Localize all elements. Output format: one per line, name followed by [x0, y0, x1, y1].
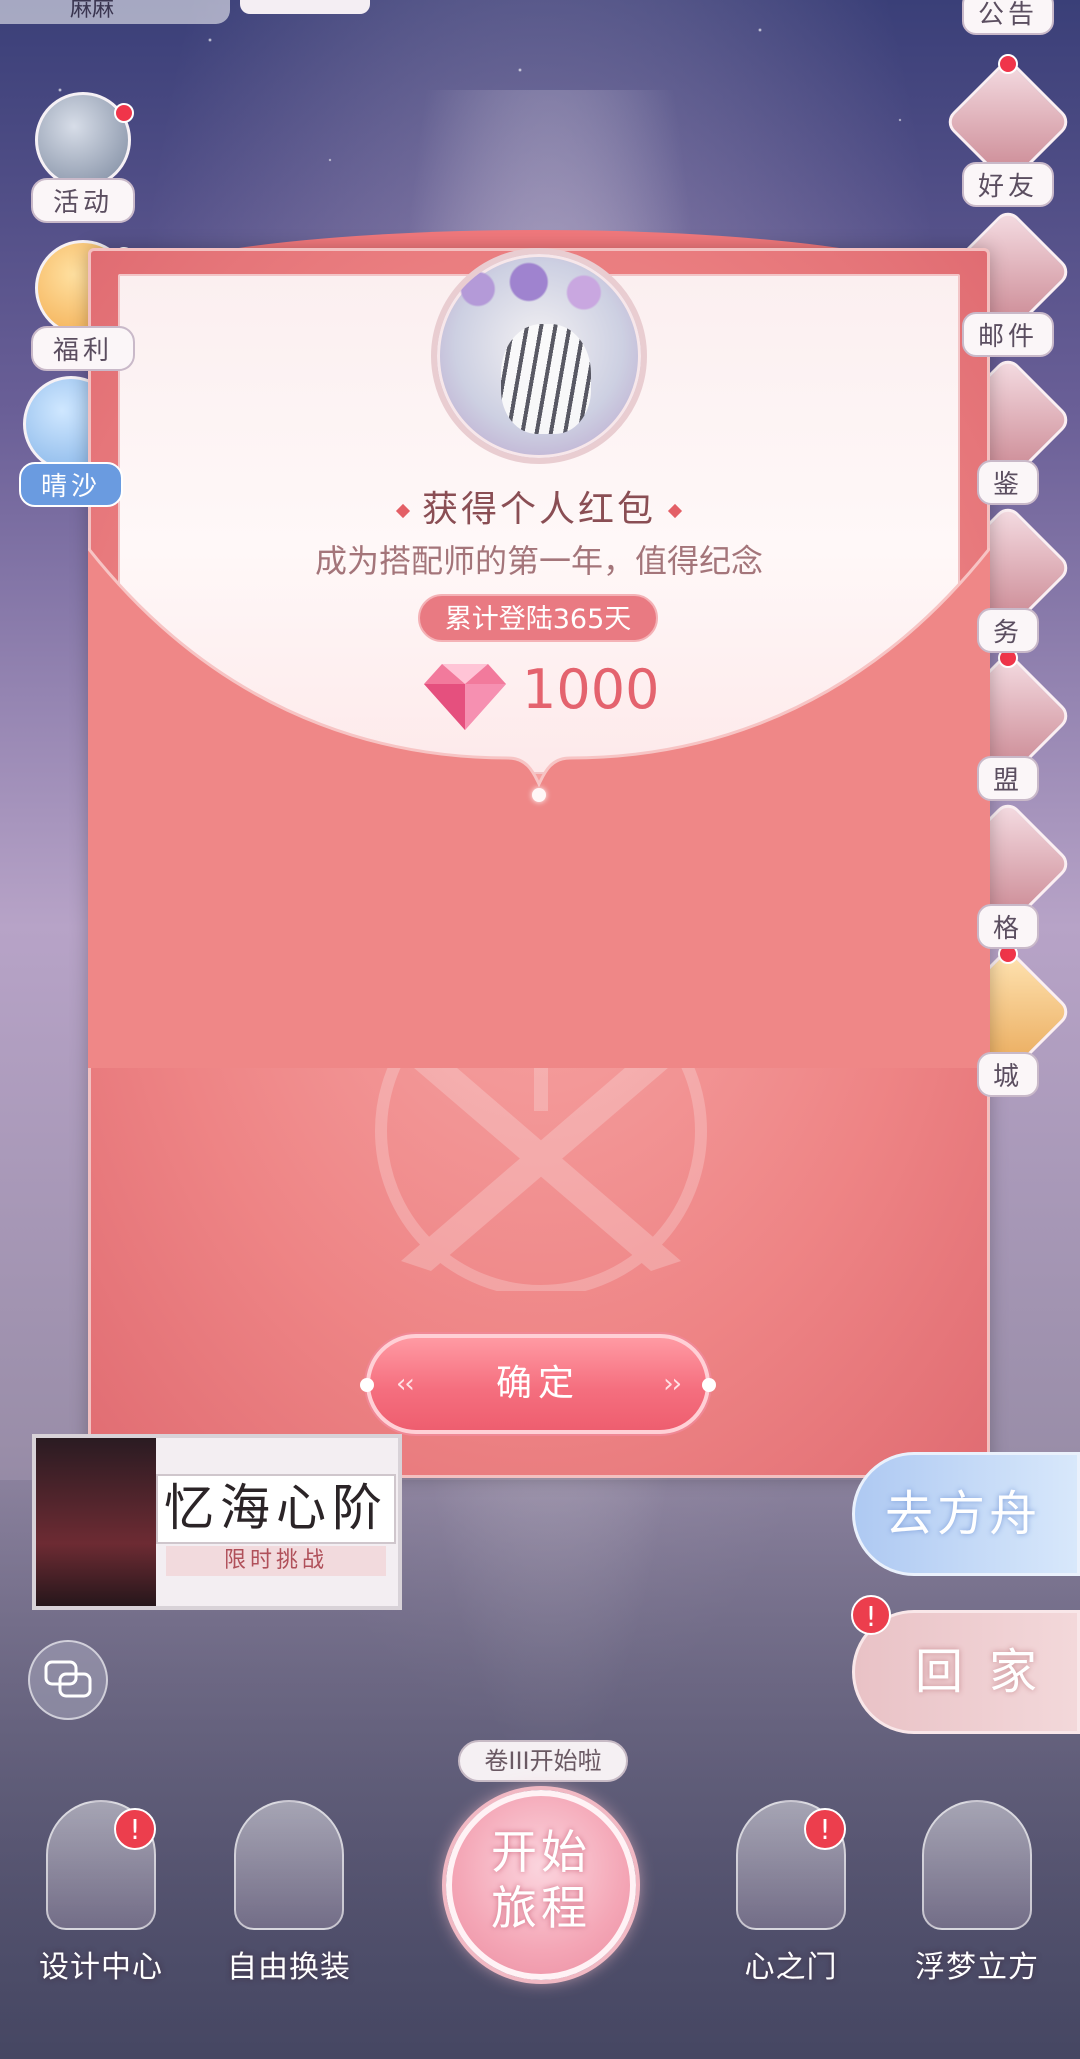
nav-label: 自由换装: [227, 1950, 351, 1985]
modal-subtitle: 成为搭配师的第一年，值得纪念: [314, 542, 763, 580]
notification-dot: [114, 103, 134, 123]
ark-button[interactable]: 去方舟: [852, 1452, 1080, 1576]
arrows-left-icon: ‹‹: [396, 1369, 415, 1399]
player-name: 麻麻: [0, 0, 230, 24]
banner-character: [36, 1438, 156, 1606]
start-journey-button[interactable]: 开始 旅程: [446, 1790, 636, 1980]
login-days-badge: 累计登陆365天: [418, 594, 658, 642]
banner-title: 忆海心阶: [156, 1474, 396, 1544]
sidebar-label: 活动: [30, 178, 135, 223]
confirm-label: 确定: [495, 1363, 580, 1404]
alert-icon: !: [804, 1808, 846, 1850]
sidebar-label: 盟: [976, 756, 1039, 801]
banner-subtitle: 限时挑战: [166, 1546, 386, 1576]
ornament-diamond-icon: [667, 503, 683, 519]
diamond-gem-icon: [424, 664, 506, 730]
nav-design-center[interactable]: ! 设计中心: [26, 1800, 176, 1986]
arrows-right-icon: ››: [663, 1369, 682, 1399]
alert-icon: !: [114, 1808, 156, 1850]
flower-crown-icon: [437, 254, 641, 324]
button-dot: [360, 1378, 374, 1392]
sidebar-item-activity[interactable]: 活动: [18, 92, 148, 223]
nav-heart-door[interactable]: ! 心之门: [716, 1800, 866, 1986]
sidebar-label: 城: [976, 1052, 1039, 1097]
abacus-icon: [35, 92, 134, 188]
home-label: 回家: [915, 1644, 1064, 1700]
heart-door-icon: !: [736, 1800, 846, 1930]
event-banner[interactable]: 忆海心阶 限时挑战: [32, 1434, 402, 1610]
chat-button[interactable]: [28, 1640, 108, 1720]
red-envelope-modal: 获得个人红包 成为搭配师的第一年，值得纪念 累计登陆365天 1000 ‹‹ 确…: [88, 230, 990, 1478]
home-button[interactable]: ! 回家: [851, 1595, 1080, 1734]
chapter-tag: 卷III开始啦: [458, 1740, 628, 1782]
notification-dot: [993, 49, 1023, 79]
white-tiger-icon: [501, 324, 591, 434]
wardrobe-icon: [234, 1800, 344, 1930]
nav-free-dressup[interactable]: 自由换装: [214, 1800, 364, 1986]
avatar: [431, 248, 647, 464]
modal-title-text: 获得个人红包: [421, 489, 656, 530]
top-tab[interactable]: [240, 0, 370, 14]
nav-dream-cube[interactable]: 浮梦立方: [902, 1800, 1052, 1986]
sidebar-label: 格: [976, 904, 1039, 949]
start-label-line1: 开始: [491, 1825, 591, 1879]
nav-label: 心之门: [744, 1950, 838, 1985]
confirm-button[interactable]: ‹‹ 确定 ››: [360, 1334, 716, 1434]
alert-icon: !: [851, 1595, 891, 1635]
sidebar-label: 鉴: [976, 460, 1039, 505]
sidebar-label: 晴沙: [18, 462, 123, 507]
ark-label: 去方舟: [885, 1486, 1042, 1542]
sidebar-label: 务: [976, 608, 1039, 653]
start-label-line2: 旅程: [491, 1881, 591, 1935]
nav-label: 浮梦立方: [915, 1950, 1039, 1985]
start-label: 开始 旅程: [452, 1824, 630, 1936]
sidebar-item-friends[interactable]: 好友: [942, 49, 1074, 207]
cube-icon: [922, 1800, 1032, 1930]
chat-icon: [44, 1660, 92, 1698]
sidebar-label: 邮件: [961, 312, 1054, 357]
emblem-shadow: [348, 828, 728, 1288]
sewing-machine-icon: !: [46, 1800, 156, 1930]
ornament-diamond-icon: [395, 503, 411, 519]
nav-label: 设计中心: [39, 1950, 163, 1985]
sidebar-item-notice[interactable]: 公告: [948, 0, 1068, 35]
sidebar-label: 公告: [961, 0, 1054, 35]
sidebar-label: 好友: [961, 162, 1054, 207]
flap-dot: [532, 788, 546, 802]
reward-amount: 1000: [522, 658, 660, 721]
button-dot: [702, 1378, 716, 1392]
sidebar-label: 福利: [30, 326, 135, 371]
modal-title: 获得个人红包: [88, 480, 990, 532]
